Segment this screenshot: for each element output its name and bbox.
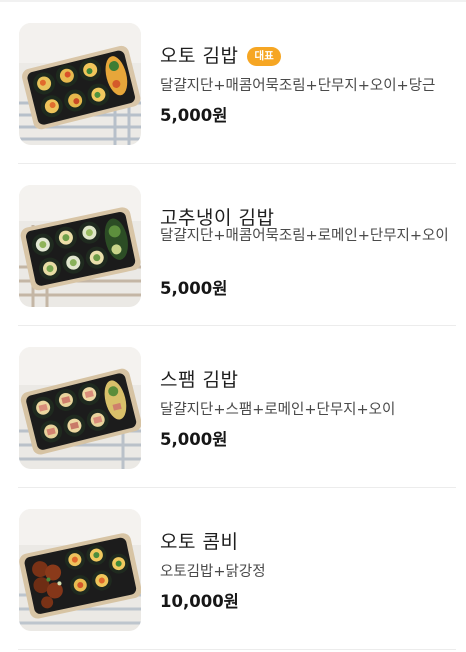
item-divider [18, 649, 456, 650]
menu-item-name: 스팸 김밥 [160, 369, 239, 391]
menu-item-price: 5,000원 [160, 106, 228, 125]
menu-item-description: 달걀지단+매콤어묵조림+단무지+오이+당근 [160, 78, 436, 94]
menu-item-photo [19, 23, 141, 145]
menu-item-description: 달걀지단+스팸+로메인+단무지+오이 [160, 402, 396, 418]
menu-item-spam-kimbap[interactable]: 스팸 김밥 달걀지단+스팸+로메인+단무지+오이 5,000원 [0, 326, 466, 488]
menu-item-name: 오토 김밥 [160, 45, 239, 67]
menu-item-wasabi-kimbap[interactable]: 고추냉이 김밥 달걀지단+매콤어묵조림+로메인+단무지+오이 5,000원 [0, 164, 466, 326]
menu-item-price: 10,000원 [160, 592, 239, 611]
menu-item-price: 5,000원 [160, 430, 228, 449]
menu-item-photo [19, 185, 141, 307]
menu-item-photo [19, 509, 141, 631]
menu-item-description: 오토김밥+닭강정 [160, 564, 266, 580]
menu-item-description: 달걀지단+매콤어묵조림+로메인+단무지+오이 [160, 228, 449, 244]
menu-item-price: 5,000원 [160, 279, 228, 298]
signature-badge: 대표 [247, 46, 281, 66]
menu-item-oto-combo[interactable]: 오토 콤비 오토김밥+닭강정 10,000원 [0, 488, 466, 650]
menu-item-oto-kimbap[interactable]: 오토 김밥 대표 달걀지단+매콤어묵조림+단무지+오이+당근 5,000원 [0, 2, 466, 164]
menu-item-name: 오토 콤비 [160, 531, 239, 553]
menu-item-photo [19, 347, 141, 469]
